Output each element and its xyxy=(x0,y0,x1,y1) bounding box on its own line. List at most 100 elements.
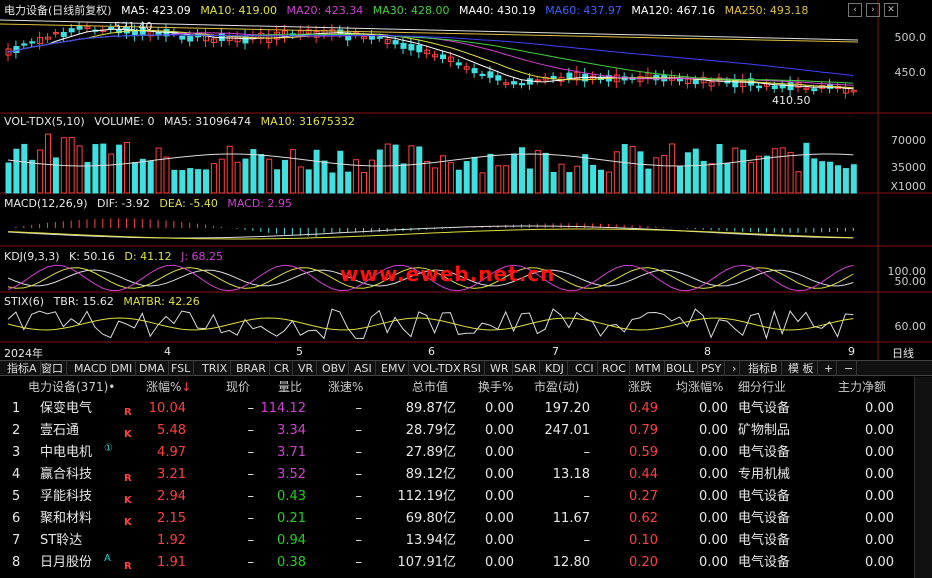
volume-bar xyxy=(108,153,115,194)
cell-turnover: 0.00 xyxy=(485,445,514,460)
header-industry[interactable]: 细分行业 xyxy=(738,377,786,397)
tab-21[interactable]: BOLL xyxy=(663,361,699,376)
macd-value: MACD: 2.95 xyxy=(227,197,292,210)
tab-23[interactable]: › xyxy=(729,361,741,376)
tab-13[interactable]: VOL-TDX xyxy=(410,361,465,376)
tab-18[interactable]: CCI xyxy=(572,361,598,376)
table-row[interactable]: 3 中电电机 ① 4.97 – 3.71 – 27.89亿 0.00 – 0.59 0.00 电气设备 0… xyxy=(0,442,912,464)
cell-name: 壹石通 xyxy=(40,423,80,438)
cell-pe: – xyxy=(583,445,591,460)
tab-20[interactable]: MTM xyxy=(632,361,665,376)
header-mktcap[interactable]: 总市值 xyxy=(412,377,448,397)
volume-bar xyxy=(724,163,731,194)
stix-title-bar: STIX(6) TBR: 15.62 MATBR: 42.26 xyxy=(4,295,206,309)
chevron-left-icon[interactable]: ‹ xyxy=(848,3,862,17)
tab-3[interactable]: DMI xyxy=(108,361,137,376)
indicator-tab-bar: 指标A 窗口 MACD DMI DMA FSL TRIX BRAR CR VR OBV ASI EMV V… xyxy=(0,360,932,376)
cell-industry: 电气设备 xyxy=(738,489,791,504)
volume-bar xyxy=(700,160,707,194)
header-name[interactable]: 电力设备(371)• xyxy=(28,377,115,397)
volume-bar xyxy=(163,156,170,194)
tab-10[interactable]: OBV xyxy=(319,361,350,376)
tab-25[interactable]: 模 板 xyxy=(785,361,818,376)
header-turnover[interactable]: 换手% xyxy=(478,377,513,397)
volume-bar xyxy=(116,144,123,194)
period-label[interactable]: 日线 xyxy=(892,345,914,361)
tab-0[interactable]: 指标A xyxy=(4,361,41,376)
stix-axis-60: 60.00 xyxy=(894,320,927,333)
tab-8[interactable]: CR xyxy=(271,361,294,376)
table-row[interactable]: 5 孚能科技 K 2.94–0.43–112.19亿 0.00–0.27 0.00 电气设备… xyxy=(0,486,912,508)
cell-change: 0.44 xyxy=(629,467,658,482)
header-change[interactable]: 涨跌 xyxy=(628,377,652,397)
stix-tbr-line xyxy=(7,308,854,340)
header-change-pct-label: 涨幅% xyxy=(146,380,182,394)
cell-change: 0.79 xyxy=(629,423,658,438)
volume-bar xyxy=(629,146,636,194)
tab-22[interactable]: PSY xyxy=(698,361,726,376)
candle-body xyxy=(692,79,699,85)
tab-14[interactable]: RSI xyxy=(460,361,485,376)
time-axis-year: 2024年 xyxy=(4,347,43,360)
header-pe[interactable]: 市盈(动) xyxy=(534,377,579,397)
tab-12[interactable]: EMV xyxy=(378,361,409,376)
table-row[interactable]: 2 壹石通 K 5.48–3.34–28.79亿 0.00 247.01 0.79 0.00 矿… xyxy=(0,420,912,442)
ma30-label: MA30: 428.00 xyxy=(372,4,450,17)
tab-1[interactable]: 窗口 xyxy=(38,361,67,376)
chevron-right-icon[interactable]: › xyxy=(866,3,880,17)
tab-6[interactable]: TRIX xyxy=(199,361,232,376)
volume-bar xyxy=(756,155,762,194)
header-change-pct[interactable]: 涨幅%↓ xyxy=(146,377,191,397)
tab-16[interactable]: SAR xyxy=(511,361,541,376)
volume-bar xyxy=(384,143,391,194)
volume-bar xyxy=(526,168,533,194)
tab-7[interactable]: BRAR xyxy=(233,361,270,376)
cell-avg-change: 0.00 xyxy=(699,511,728,526)
tab-11[interactable]: ASI xyxy=(351,361,376,376)
volume-title: VOL-TDX(5,10) xyxy=(4,115,85,128)
volume-bar xyxy=(100,143,107,194)
volume-bar xyxy=(432,167,439,194)
tab-5[interactable]: FSL xyxy=(168,361,195,376)
tab-19[interactable]: ROC xyxy=(599,361,630,376)
tab-27[interactable]: − xyxy=(841,361,858,376)
volume-bar xyxy=(21,143,28,194)
cell-netflow: 0.00 xyxy=(865,423,894,438)
volume-bar xyxy=(827,161,834,194)
chart-area[interactable]: 电力设备(日线前复权) MA5: 423.09 MA10: 419.00 MA2… xyxy=(0,0,932,360)
tab-2[interactable]: MACD xyxy=(71,361,111,376)
header-vol-ratio[interactable]: 量比 xyxy=(278,377,302,397)
tab-26[interactable]: + xyxy=(821,361,838,376)
volume-bar xyxy=(187,168,194,194)
header-price[interactable]: 现价 xyxy=(226,377,250,397)
cell-speed: – xyxy=(355,555,363,570)
cell-avg-change: 0.00 xyxy=(699,467,728,482)
tab-24[interactable]: 指标B xyxy=(745,361,782,376)
cell-turnover: 0.00 xyxy=(485,533,514,548)
cell-price: – xyxy=(247,423,255,438)
cell-change: 0.10 xyxy=(629,533,658,548)
header-avg-change[interactable]: 均涨幅% xyxy=(676,377,723,397)
ma40-label: MA40: 430.19 xyxy=(458,4,536,17)
table-row[interactable]: 6 聚和材料 K 2.15–0.21–69.80亿 0.00 11.67 0.62 0.00 电… xyxy=(0,508,912,530)
cell-change-pct: 2.94 xyxy=(157,489,186,504)
tab-15[interactable]: WR xyxy=(487,361,513,376)
table-row[interactable]: 4 赢合科技 R 3.21–3.52–89.12亿 0.00 13.18 0.44 0.00 专… xyxy=(0,464,912,486)
table-row[interactable]: 1 保变电气 R 10.04–114.12–89.87亿 0.00 197.20 0.49 0… xyxy=(0,398,912,420)
header-speed[interactable]: 涨速% xyxy=(328,377,363,397)
tab-4[interactable]: DMA xyxy=(136,361,169,376)
cell-avg-change: 0.00 xyxy=(699,445,728,460)
volume-bar xyxy=(613,151,620,194)
close-icon[interactable]: ✕ xyxy=(884,3,898,17)
header-netflow[interactable]: 主力净额 xyxy=(838,377,886,397)
table-row[interactable]: 7 ST聆达 1.92 – 0.94 – 13.94亿 0.00 – 0.10 0.00 电气设备 0.… xyxy=(0,530,912,552)
volume-bar xyxy=(511,153,518,194)
cell-change: 0.27 xyxy=(629,489,658,504)
cell-industry: 电气设备 xyxy=(738,533,791,548)
table-scrollbar[interactable] xyxy=(914,377,932,578)
tab-9[interactable]: VR xyxy=(295,361,318,376)
table-row[interactable]: 8 日月股份 A R 1.91–0.38–107.91亿 0.00 12.80 0.20 0.0… xyxy=(0,552,912,574)
ma250-label: MA250: 493.18 xyxy=(724,4,809,17)
stock-table[interactable]: 电力设备(371)• 涨幅%↓ 现价 量比 涨速% 总市值 换手% 市盈(动) … xyxy=(0,377,932,578)
tab-17[interactable]: KDJ xyxy=(542,361,568,376)
